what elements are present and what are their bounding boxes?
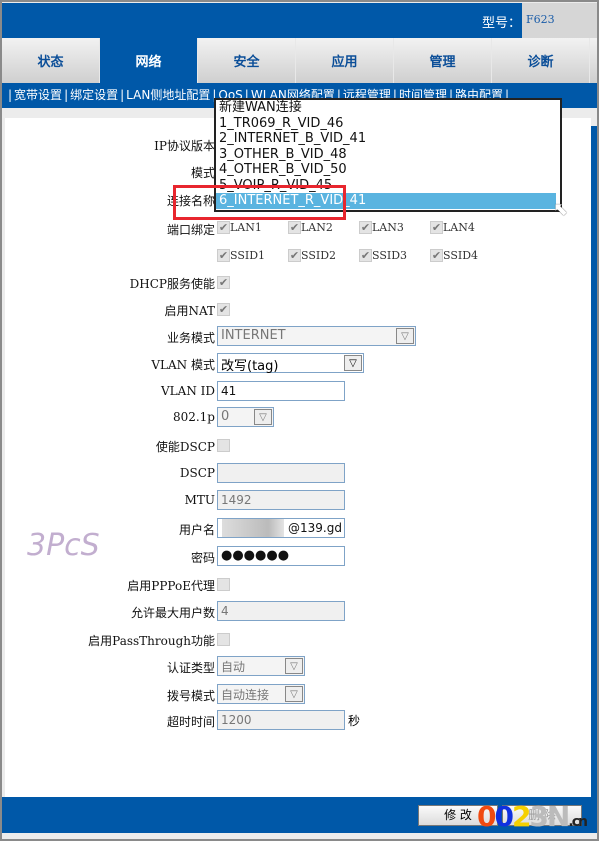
chevron-down-icon: ▽: [344, 355, 362, 371]
timeout-input[interactable]: 1200: [217, 710, 345, 730]
header: 型号： F623: [2, 3, 597, 38]
p8021-value: 0: [221, 409, 230, 424]
username-input[interactable]: @139.gd: [217, 518, 345, 538]
p8021-select[interactable]: 0 ▽: [217, 407, 274, 427]
lan3-checkbox[interactable]: ✔: [359, 221, 372, 234]
auth-type-value: 自动: [221, 660, 246, 674]
lan2-label: LAN2: [301, 221, 333, 234]
service-mode-label: 业务模式: [166, 331, 215, 345]
submenu-broadband[interactable]: 宽带设置: [14, 88, 62, 102]
dropdown-option[interactable]: 新建WAN连接: [216, 100, 560, 116]
model-label: 型号：: [482, 16, 522, 31]
tab-network[interactable]: 网络: [100, 38, 198, 83]
dscp-input[interactable]: [217, 463, 345, 483]
tab-management[interactable]: 管理: [394, 38, 492, 83]
dial-mode-value: 自动连接: [221, 688, 270, 702]
dropdown-option[interactable]: 4_OTHER_B_VID_50: [216, 162, 560, 178]
passthrough-checkbox[interactable]: [217, 633, 230, 646]
lan1-label: LAN1: [230, 221, 262, 234]
timeout-unit: 秒: [348, 714, 361, 728]
submenu-binding[interactable]: 绑定设置: [70, 88, 118, 102]
port-checkboxes: ✔ LAN1 ✔ LAN2 ✔ LAN3 ✔ LAN4: [217, 220, 501, 234]
ssid4-checkbox[interactable]: ✔: [430, 249, 443, 262]
chevron-down-icon: ▽: [285, 658, 303, 674]
ssid1-label: SSID1: [230, 249, 266, 262]
watermark-logo: 3PcS: [27, 528, 100, 563]
chevron-down-icon: ▽: [254, 409, 272, 425]
router-admin-page: 型号： F623 状态 网络 安全 应用 管理 诊断 | 宽带设置 | 绑定设置 | LA…: [2, 2, 597, 839]
mouse-cursor-icon: ⬉: [553, 199, 569, 220]
vlan-id-label: VLAN ID: [161, 384, 215, 398]
dhcp-label: DHCP服务使能: [129, 277, 215, 291]
max-users-label: 允许最大用户数: [130, 606, 215, 620]
pppoe-proxy-label: 启用PPPoE代理: [127, 579, 215, 593]
service-mode-value: INTERNET: [221, 328, 286, 343]
ssid3-checkbox[interactable]: ✔: [359, 249, 372, 262]
pppoe-proxy-checkbox[interactable]: [217, 578, 230, 591]
ip-version-label: IP协议版本: [154, 139, 215, 153]
ssid2-label: SSID2: [301, 249, 337, 262]
mtu-label: MTU: [184, 493, 215, 507]
passthrough-label: 启用PassThrough功能: [88, 634, 215, 648]
dscp-label: DSCP: [179, 466, 215, 480]
dropdown-option[interactable]: 3_OTHER_B_VID_48: [216, 147, 560, 163]
vlan-mode-label: VLAN 模式: [151, 358, 215, 372]
mtu-input[interactable]: 1492: [217, 490, 345, 510]
chevron-down-icon: ▽: [396, 328, 414, 344]
auth-type-label: 认证类型: [166, 661, 215, 675]
lan3-label: LAN3: [372, 221, 404, 234]
vlan-id-input[interactable]: 41: [217, 381, 345, 401]
lan2-checkbox[interactable]: ✔: [288, 221, 301, 234]
tab-security[interactable]: 安全: [198, 38, 296, 83]
nat-checkbox[interactable]: ✔: [217, 303, 230, 316]
model-value: F623: [526, 13, 555, 26]
dropdown-option[interactable]: 1_TR069_R_VID_46: [216, 116, 560, 132]
tab-diagnosis[interactable]: 诊断: [492, 38, 590, 83]
ssid1-checkbox[interactable]: ✔: [217, 249, 230, 262]
p8021-label: 802.1p: [172, 410, 215, 424]
mode-label: 模式: [190, 166, 215, 180]
password-input[interactable]: ●●●●●●: [217, 546, 345, 566]
password-label: 密码: [190, 551, 215, 565]
submenu-lan[interactable]: LAN侧地址配置: [126, 88, 210, 102]
service-mode-select[interactable]: INTERNET ▽: [217, 326, 416, 346]
dial-mode-select[interactable]: 自动连接 ▽: [217, 684, 305, 704]
dropdown-option[interactable]: 2_INTERNET_B_VID_41: [216, 131, 560, 147]
tab-application[interactable]: 应用: [296, 38, 394, 83]
lan1-checkbox[interactable]: ✔: [217, 221, 230, 234]
port-binding-label: 端口绑定: [166, 223, 215, 237]
ssid-checkboxes: ✔ SSID1 ✔ SSID2 ✔ SSID3 ✔ SSID4: [217, 248, 501, 262]
username-label: 用户名: [178, 523, 215, 537]
dial-mode-label: 拨号模式: [166, 689, 215, 703]
nat-label: 启用NAT: [164, 304, 215, 318]
dscp-enable-checkbox[interactable]: [217, 439, 230, 452]
tab-status[interactable]: 状态: [2, 38, 100, 83]
annotation-highlight-box: [173, 185, 346, 220]
lan4-checkbox[interactable]: ✔: [430, 221, 443, 234]
scrollbar[interactable]: [591, 126, 597, 798]
ssid3-label: SSID3: [372, 249, 408, 262]
chevron-down-icon: ▽: [285, 686, 303, 702]
ssid2-checkbox[interactable]: ✔: [288, 249, 301, 262]
ssid4-label: SSID4: [443, 249, 479, 262]
dhcp-checkbox[interactable]: ✔: [217, 276, 230, 289]
watermark: 0023N.cn: [477, 800, 588, 833]
lan4-label: LAN4: [443, 221, 475, 234]
dscp-enable-label: 使能DSCP: [155, 440, 215, 454]
timeout-label: 超时时间: [166, 715, 215, 729]
main-tabs: 状态 网络 安全 应用 管理 诊断: [2, 38, 597, 83]
auth-type-select[interactable]: 自动 ▽: [217, 656, 305, 676]
vlan-mode-value: 改写(tag): [221, 359, 279, 374]
max-users-input[interactable]: 4: [217, 601, 345, 621]
vlan-mode-select[interactable]: 改写(tag) ▽: [217, 353, 364, 374]
form-area: IP协议版本 模式 连接名称 端口绑定 ✔ LAN1 ✔ LAN2 ✔ LAN3 ✔ LAN4…: [5, 118, 591, 798]
